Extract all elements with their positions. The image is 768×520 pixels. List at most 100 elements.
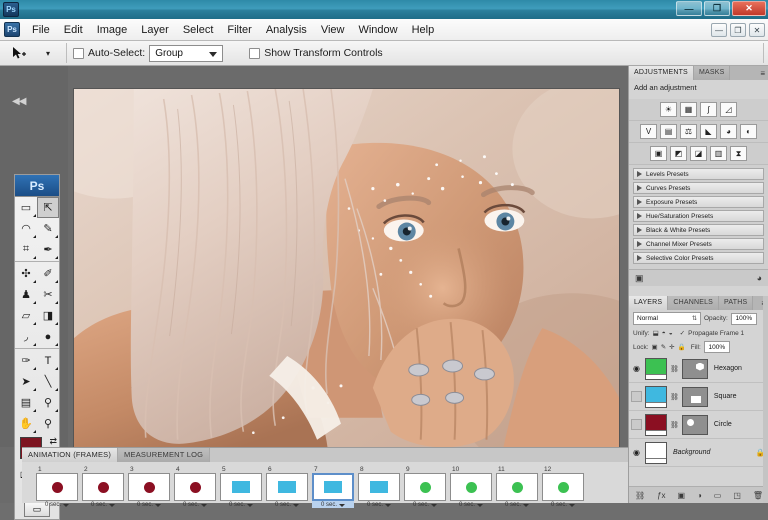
layer-mask-icon[interactable]: ▣ (677, 491, 685, 500)
delete-layer-icon[interactable]: 🗑 (753, 491, 763, 500)
lock-image-icon[interactable]: ✎ (661, 343, 666, 351)
frame-delay-dropdown[interactable]: 0 sec. (312, 501, 354, 508)
menu-filter[interactable]: Filter (220, 22, 258, 38)
layer-row[interactable]: ⛓Circle (629, 411, 768, 439)
frame-delay-dropdown[interactable]: 0 sec. (266, 501, 308, 508)
unify-style-icon[interactable]: ◒ (669, 330, 673, 337)
blend-mode-dropdown[interactable]: Normal ⇅ (633, 312, 701, 325)
history-brush-tool[interactable]: ✂ (37, 284, 59, 305)
eye-visible-icon[interactable]: ◉ (631, 448, 642, 457)
color-balance-icon[interactable]: ⚖ (680, 124, 697, 139)
lock-all-icon[interactable]: 🔒 (678, 343, 686, 351)
layer-thumbnail[interactable] (645, 442, 667, 464)
layer-mask-thumbnail[interactable] (682, 359, 708, 379)
preset-item[interactable]: Channel Mixer Presets (633, 238, 764, 250)
notes-tool[interactable]: ▤ (15, 392, 37, 413)
animation-frame[interactable]: 70 sec. (312, 466, 354, 508)
tab-adjustments[interactable]: ADJUSTMENTS (629, 66, 694, 80)
close-button[interactable]: ✕ (732, 1, 766, 16)
clone-stamp-tool[interactable]: ♟ (15, 284, 37, 305)
photo-filter-icon[interactable]: ◕ (720, 124, 737, 139)
lock-position-icon[interactable]: ✛ (669, 343, 674, 351)
hue-saturation-icon[interactable]: ▤ (660, 124, 677, 139)
animation-frame[interactable]: 50 sec. (220, 466, 262, 508)
eye-visible-icon[interactable]: ◉ (631, 364, 642, 373)
zoom-tool[interactable]: ⚲ (37, 413, 59, 434)
brush-tool[interactable]: ✐ (37, 263, 59, 284)
new-group-icon[interactable]: ▭ (714, 491, 722, 500)
marquee-tool[interactable]: ▭ (15, 197, 37, 218)
animation-frame[interactable]: 90 sec. (404, 466, 446, 508)
eraser-tool[interactable]: ▱ (15, 305, 37, 326)
adjustment-layer-icon[interactable]: ◑ (697, 491, 702, 500)
frame-delay-dropdown[interactable]: 0 sec. (358, 501, 400, 508)
animation-frame[interactable]: 100 sec. (450, 466, 492, 508)
frame-thumbnail[interactable] (36, 473, 78, 501)
link-mask-icon[interactable]: ⛓ (670, 365, 679, 373)
maximize-button[interactable]: ❐ (704, 1, 730, 16)
delete-adjustment-icon[interactable]: ◕ (757, 273, 762, 283)
adjustments-panel-menu-icon[interactable]: ≡ (760, 69, 765, 78)
blur-tool[interactable]: ◞ (15, 326, 37, 347)
crop-tool[interactable]: ⌗ (15, 239, 37, 260)
canvas-document-window[interactable] (73, 88, 620, 452)
menu-help[interactable]: Help (405, 22, 442, 38)
menu-window[interactable]: Window (351, 22, 404, 38)
vibrance-icon[interactable]: V (640, 124, 657, 139)
preset-item[interactable]: Black & White Presets (633, 224, 764, 236)
animation-frame[interactable]: 20 sec. (82, 466, 124, 508)
frame-thumbnail[interactable] (404, 473, 446, 501)
new-layer-icon[interactable]: ◳ (733, 491, 741, 500)
fill-input[interactable]: 100% (704, 341, 730, 353)
link-mask-icon[interactable]: ⛓ (670, 393, 679, 401)
frame-thumbnail[interactable] (450, 473, 492, 501)
minimize-button[interactable]: — (676, 1, 702, 16)
opacity-input[interactable]: 100% (731, 313, 757, 325)
path-selection-tool[interactable]: ➤ (15, 371, 37, 392)
layer-style-icon[interactable]: ƒx (657, 491, 665, 500)
layers-scrollbar[interactable] (763, 296, 768, 503)
pen-tool[interactable]: ✑ (15, 350, 37, 371)
frame-thumbnail[interactable] (82, 473, 124, 501)
dodge-tool[interactable]: ● (37, 326, 59, 347)
lock-transparency-icon[interactable]: ▣ (652, 343, 658, 351)
layer-thumbnail[interactable] (645, 358, 667, 380)
preset-item[interactable]: Levels Presets (633, 168, 764, 180)
animation-frame[interactable]: 30 sec. (128, 466, 170, 508)
menu-photoshop-icon[interactable]: Ps (4, 22, 20, 37)
layer-thumbnail[interactable] (645, 414, 667, 436)
preset-item[interactable]: Selective Color Presets (633, 252, 764, 264)
doc-close-button[interactable]: ✕ (749, 23, 765, 37)
eye-hidden-icon[interactable] (631, 391, 642, 402)
preset-item[interactable]: Curves Presets (633, 182, 764, 194)
healing-brush-tool[interactable]: ✣ (15, 263, 37, 284)
move-tool[interactable]: ⇱ (37, 197, 59, 218)
brightness-contrast-icon[interactable]: ☀ (660, 102, 677, 117)
frame-delay-dropdown[interactable]: 0 sec. (496, 501, 538, 508)
link-layers-icon[interactable]: ⛓ (635, 491, 645, 500)
layer-row[interactable]: ◉Background🔒 (629, 439, 768, 467)
channel-mixer-icon[interactable]: ◐ (740, 124, 757, 139)
tab-paths[interactable]: PATHS (719, 296, 753, 310)
animation-frame[interactable]: 110 sec. (496, 466, 538, 508)
frame-thumbnail[interactable] (128, 473, 170, 501)
tab-channels[interactable]: CHANNELS (668, 296, 719, 310)
menu-layer[interactable]: Layer (134, 22, 176, 38)
layer-row[interactable]: ⛓Square (629, 383, 768, 411)
posterize-icon[interactable]: ◩ (670, 146, 687, 161)
eyedropper-tool[interactable]: ✒ (37, 239, 59, 260)
frame-delay-dropdown[interactable]: 0 sec. (450, 501, 492, 508)
frame-delay-dropdown[interactable]: 0 sec. (128, 501, 170, 508)
propagate-frame-checkbox[interactable]: ✓ (680, 329, 685, 337)
preset-item[interactable]: Hue/Saturation Presets (633, 210, 764, 222)
frame-thumbnail[interactable] (312, 473, 354, 501)
gradient-map-icon[interactable]: ▥ (710, 146, 727, 161)
magic-wand-tool[interactable]: ✎ (37, 218, 59, 239)
preset-item[interactable]: Exposure Presets (633, 196, 764, 208)
doc-minimize-button[interactable]: — (711, 23, 727, 37)
link-mask-icon[interactable]: ⛓ (670, 421, 679, 429)
frame-thumbnail[interactable] (220, 473, 262, 501)
frame-thumbnail[interactable] (266, 473, 308, 501)
frame-delay-dropdown[interactable]: 0 sec. (36, 501, 78, 508)
layer-mask-thumbnail[interactable] (682, 415, 708, 435)
